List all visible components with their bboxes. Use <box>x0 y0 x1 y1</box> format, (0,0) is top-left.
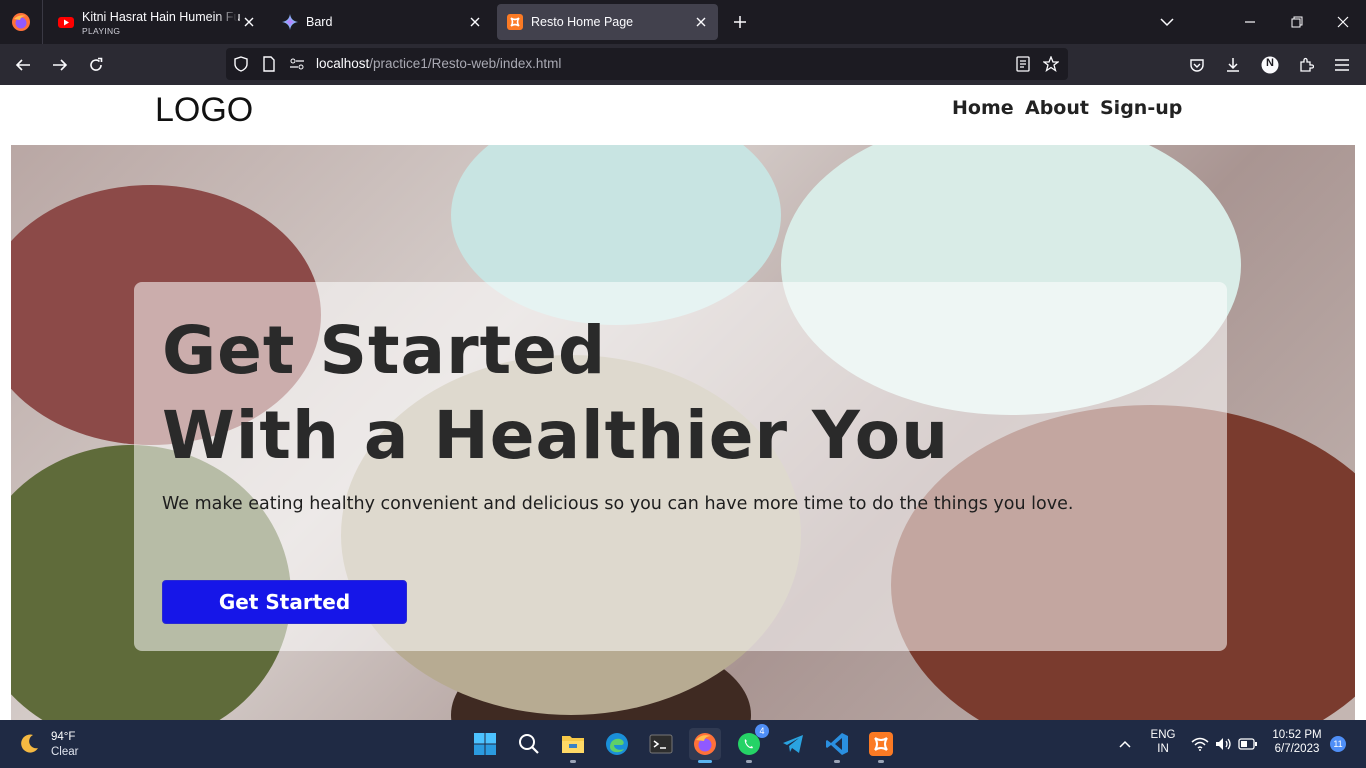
xampp-icon <box>507 14 523 30</box>
tab-youtube[interactable]: Kitni Hasrat Hain Humein Full V PLAYING <box>48 4 266 40</box>
weather-temp: 94°F <box>51 731 76 743</box>
site-logo[interactable]: LOGO <box>155 91 253 130</box>
running-indicator <box>834 760 840 763</box>
tab-bar: Kitni Hasrat Hain Humein Full V PLAYING … <box>0 0 1366 44</box>
url-bar[interactable]: localhost/practice1/Resto-web/index.html <box>226 48 1068 80</box>
chevron-up-icon[interactable] <box>1115 734 1135 754</box>
wifi-icon[interactable] <box>1190 734 1210 754</box>
back-arrow-icon[interactable] <box>10 52 36 78</box>
vscode-icon[interactable] <box>821 728 853 763</box>
page-icon[interactable] <box>260 55 278 73</box>
firefox-view-icon[interactable] <box>8 10 34 34</box>
tab-separator <box>42 0 43 44</box>
bookmark-star-icon[interactable] <box>1042 55 1060 73</box>
volume-icon[interactable] <box>1214 734 1234 754</box>
clock-date: 6/7/2023 <box>1274 743 1320 755</box>
hamburger-menu-icon[interactable] <box>1329 52 1355 78</box>
battery-icon[interactable] <box>1238 734 1258 754</box>
forward-arrow-icon[interactable] <box>47 52 73 78</box>
hero-headline-line2: With a Healthier You <box>162 397 950 474</box>
terminal-icon[interactable] <box>645 728 677 760</box>
downloads-icon[interactable] <box>1220 52 1246 78</box>
firefox-icon[interactable] <box>689 728 721 763</box>
telegram-icon[interactable] <box>777 728 809 760</box>
web-page: LOGO Home About Sign-up Get Started With… <box>0 85 1366 720</box>
hero-card: Get Started With a Healthier You We make… <box>134 282 1227 651</box>
xampp-icon[interactable] <box>865 728 897 763</box>
language-code: ENG <box>1150 729 1176 741</box>
tab-bard[interactable]: Bard <box>272 4 492 40</box>
youtube-icon <box>58 14 74 30</box>
restore-icon[interactable] <box>1286 11 1308 33</box>
weather-widget[interactable]: 94°F Clear <box>18 728 118 762</box>
close-window-icon[interactable] <box>1332 11 1354 33</box>
close-icon[interactable] <box>240 13 258 31</box>
account-avatar[interactable]: N <box>1257 52 1283 78</box>
nav-about[interactable]: About <box>1025 97 1089 119</box>
running-indicator <box>878 760 884 763</box>
minimize-icon[interactable] <box>1239 11 1261 33</box>
file-explorer-icon[interactable] <box>557 728 589 763</box>
whatsapp-icon[interactable]: 4 <box>733 724 769 763</box>
permissions-icon[interactable] <box>288 55 306 73</box>
clock[interactable]: 10:52 PM 6/7/2023 <box>1266 729 1328 755</box>
nav-sign-up[interactable]: Sign-up <box>1100 97 1182 119</box>
reader-view-icon[interactable] <box>1014 55 1032 73</box>
pocket-icon[interactable] <box>1184 52 1210 78</box>
hero-headline-line1: Get Started <box>162 312 607 389</box>
running-indicator <box>746 760 752 763</box>
search-icon[interactable] <box>513 728 545 760</box>
close-icon[interactable] <box>466 13 484 31</box>
weather-condition: Clear <box>51 746 79 758</box>
bard-sparkle-icon <box>282 14 298 30</box>
close-icon[interactable] <box>692 13 710 31</box>
tab-title: Resto Home Page <box>531 15 634 29</box>
url-host: localhost <box>316 56 370 71</box>
url-text[interactable]: localhost/practice1/Resto-web/index.html <box>316 56 561 71</box>
edge-icon[interactable] <box>601 728 633 760</box>
language-indicator[interactable]: ENG IN <box>1146 729 1180 755</box>
notification-badge[interactable]: 11 <box>1330 736 1346 752</box>
tab-list-chevron-icon[interactable] <box>1156 11 1178 33</box>
language-region: IN <box>1157 743 1169 755</box>
moon-icon <box>18 733 40 761</box>
reload-icon[interactable] <box>83 52 109 78</box>
tab-title: Bard <box>306 15 333 29</box>
hero-tagline: We make eating healthy convenient and de… <box>162 494 1074 514</box>
get-started-button[interactable]: Get Started <box>162 580 407 624</box>
browser-toolbar: localhost/practice1/Resto-web/index.html… <box>0 44 1366 85</box>
new-tab-icon[interactable] <box>729 11 751 33</box>
tab-title-fade <box>216 10 238 24</box>
windows-start-icon[interactable] <box>469 728 501 760</box>
running-indicator <box>570 760 576 763</box>
url-path: /practice1/Resto-web/index.html <box>369 56 562 71</box>
tab-resto-home[interactable]: Resto Home Page <box>497 4 718 40</box>
extensions-icon[interactable] <box>1293 52 1319 78</box>
shield-icon[interactable] <box>232 55 250 73</box>
running-indicator <box>698 760 712 763</box>
windows-taskbar: 94°F Clear 4 ENG IN 10:52 PM 6/7/2023 11 <box>0 720 1366 768</box>
account-initial: N <box>1266 57 1274 69</box>
whatsapp-badge: 4 <box>755 724 769 738</box>
nav-home[interactable]: Home <box>952 97 1014 119</box>
clock-time: 10:52 PM <box>1272 729 1322 741</box>
tab-playing-label: PLAYING <box>82 26 121 36</box>
